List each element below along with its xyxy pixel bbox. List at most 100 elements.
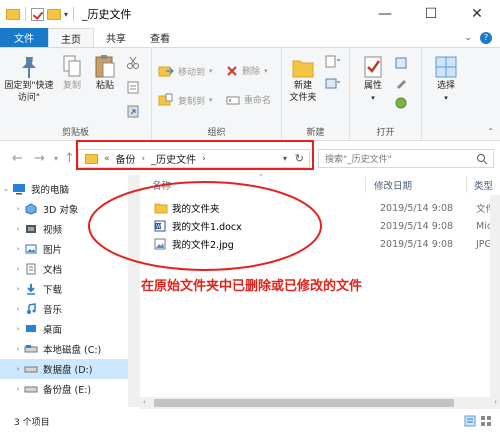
paste-shortcut-icon[interactable]: [126, 104, 140, 118]
sidebar-item-drive-c[interactable]: › 本地磁盘 (C:): [0, 339, 128, 359]
chevron-down-icon[interactable]: ▾: [64, 10, 68, 19]
video-icon: [24, 223, 38, 235]
navigation-pane: ⌄ 我的电脑 › 3D 对象 › 视频 › 图片 › 文档 › 下载 › 音乐 …: [0, 175, 128, 407]
recent-locations-icon[interactable]: ▾: [54, 154, 58, 163]
collapse-ribbon-icon[interactable]: ⌃: [487, 127, 494, 136]
properties-quick-icon[interactable]: [31, 7, 44, 21]
select-button[interactable]: 选择 ▾: [428, 54, 464, 104]
file-row-jpg[interactable]: 我的文件2.jpg 2019/5/14 9:08 JPG: [146, 235, 496, 253]
sidebar-item-desktop[interactable]: › 桌面: [0, 319, 128, 339]
cut-icon[interactable]: [126, 56, 140, 70]
chevron-right-icon[interactable]: ›: [12, 245, 24, 253]
chevron-right-icon[interactable]: ›: [12, 305, 24, 313]
chevron-right-icon[interactable]: ›: [12, 285, 24, 293]
file-row-folder[interactable]: 我的文件夹 2019/5/14 9:08 文件: [146, 199, 496, 217]
sidebar-item-pictures[interactable]: › 图片: [0, 239, 128, 259]
open-group-label: 打开: [376, 128, 395, 138]
paste-icon: [95, 55, 115, 78]
forward-arrow-icon[interactable]: →: [34, 151, 45, 166]
column-header-date[interactable]: 修改日期: [374, 175, 412, 195]
easy-access-icon[interactable]: [324, 76, 342, 90]
column-header-type[interactable]: 类型: [474, 175, 493, 195]
drive-icon: [24, 343, 38, 355]
new-folder-quick-icon[interactable]: [47, 8, 61, 20]
maximize-button[interactable]: ☐: [408, 0, 454, 28]
large-icons-view-icon[interactable]: [480, 415, 492, 427]
properties-button[interactable]: 属性 ▾: [356, 54, 390, 104]
clipboard-group-label: 剪贴板: [61, 128, 89, 138]
copy-icon: [63, 55, 81, 77]
tab-home[interactable]: 主页: [48, 28, 94, 47]
tab-view[interactable]: 查看: [138, 28, 182, 47]
sidebar-item-downloads[interactable]: › 下载: [0, 279, 128, 299]
search-input[interactable]: 搜索"_历史文件": [318, 149, 494, 168]
annotation-text: 在原始文件夹中已删除或已修改的文件: [141, 279, 363, 294]
organize-group: 移动到 ▾ 复制到 ▾ 删除 ▾ 重命名 组织: [152, 48, 282, 141]
column-header-name[interactable]: 名称: [152, 175, 171, 195]
picture-icon: [24, 243, 38, 255]
history-icon[interactable]: [394, 96, 408, 110]
title-bar: ▾ _历史文件 — ☐ ✕: [0, 0, 500, 28]
drive-icon: [24, 383, 38, 395]
sort-chevron-icon: ⌃: [258, 173, 264, 181]
scroll-right-icon[interactable]: ›: [494, 398, 497, 406]
copy-to-icon: [158, 93, 173, 106]
back-arrow-icon[interactable]: ←: [12, 151, 23, 166]
window-title: _历史文件: [82, 8, 132, 21]
open-icon[interactable]: [394, 56, 408, 70]
chevron-right-icon[interactable]: ›: [12, 385, 24, 393]
image-file-icon: [154, 238, 166, 250]
chevron-right-icon[interactable]: ›: [12, 345, 24, 353]
details-view-icon[interactable]: [464, 415, 476, 427]
chevron-down-icon[interactable]: ⌄: [0, 185, 12, 193]
up-arrow-icon[interactable]: ↑: [64, 151, 75, 166]
help-icon[interactable]: ?: [480, 31, 492, 44]
word-doc-icon: W: [154, 220, 166, 232]
chevron-right-icon[interactable]: ›: [12, 365, 24, 373]
computer-icon: [12, 183, 26, 195]
file-row-docx[interactable]: W 我的文件1.docx 2019/5/14 9:08 Micr: [146, 217, 496, 235]
chevron-right-icon[interactable]: ›: [12, 205, 24, 213]
file-list-scrollbar[interactable]: [490, 195, 500, 407]
move-to-button[interactable]: 移动到 ▾: [158, 64, 213, 78]
sidebar-item-3d-objects[interactable]: › 3D 对象: [0, 199, 128, 219]
sidebar-item-drive-d[interactable]: › 数据盘 (D:): [0, 359, 128, 379]
sidebar-item-music[interactable]: › 音乐: [0, 299, 128, 319]
document-icon: [24, 263, 38, 275]
ribbon-tabs: 文件 主页 共享 查看 ⌄ ?: [0, 28, 500, 48]
minimize-button[interactable]: —: [362, 0, 408, 28]
chevron-down-icon[interactable]: ⌄: [464, 33, 472, 43]
sidebar-scrollbar[interactable]: [128, 175, 140, 407]
sidebar-item-drive-e[interactable]: › 备份盘 (E:): [0, 379, 128, 399]
scrollbar-thumb[interactable]: [154, 399, 454, 407]
edit-icon[interactable]: [394, 76, 408, 90]
delete-button[interactable]: 删除 ▾: [226, 64, 268, 77]
address-highlight-box: [76, 140, 314, 170]
pin-icon: [22, 57, 36, 78]
new-item-icon[interactable]: [324, 54, 342, 68]
chevron-right-icon[interactable]: ›: [12, 325, 24, 333]
sidebar-item-documents[interactable]: › 文档: [0, 259, 128, 279]
new-folder-icon: [292, 60, 314, 78]
scroll-left-icon[interactable]: ‹: [143, 398, 146, 406]
horizontal-scrollbar[interactable]: ‹ ›: [140, 397, 500, 409]
sidebar-item-videos[interactable]: › 视频: [0, 219, 128, 239]
paste-button[interactable]: 粘贴: [90, 54, 120, 92]
copy-path-icon[interactable]: [126, 80, 140, 94]
rename-button[interactable]: 重命名: [226, 93, 271, 106]
copy-button[interactable]: 复制: [58, 54, 86, 92]
new-group-label: 新建: [306, 128, 325, 138]
new-folder-button[interactable]: 新建 文件夹: [284, 54, 322, 104]
tab-share[interactable]: 共享: [94, 28, 138, 47]
clipboard-group: 固定到"快速访问" 复制 粘贴 剪贴板: [0, 48, 152, 141]
chevron-right-icon[interactable]: ›: [12, 225, 24, 233]
copy-to-button[interactable]: 复制到 ▾: [158, 93, 213, 107]
pin-quick-access-button[interactable]: 固定到"快速访问": [4, 54, 54, 104]
chevron-right-icon[interactable]: ›: [12, 265, 24, 273]
delete-x-icon: [227, 65, 237, 76]
sidebar-item-this-pc[interactable]: ⌄ 我的电脑: [0, 179, 128, 199]
tab-file[interactable]: 文件: [0, 28, 48, 47]
folder-icon: [154, 203, 168, 214]
close-button[interactable]: ✕: [454, 0, 500, 28]
ribbon: 固定到"快速访问" 复制 粘贴 剪贴板 移动到 ▾ 复制到 ▾ 删除 ▾ 重命名…: [0, 48, 500, 141]
